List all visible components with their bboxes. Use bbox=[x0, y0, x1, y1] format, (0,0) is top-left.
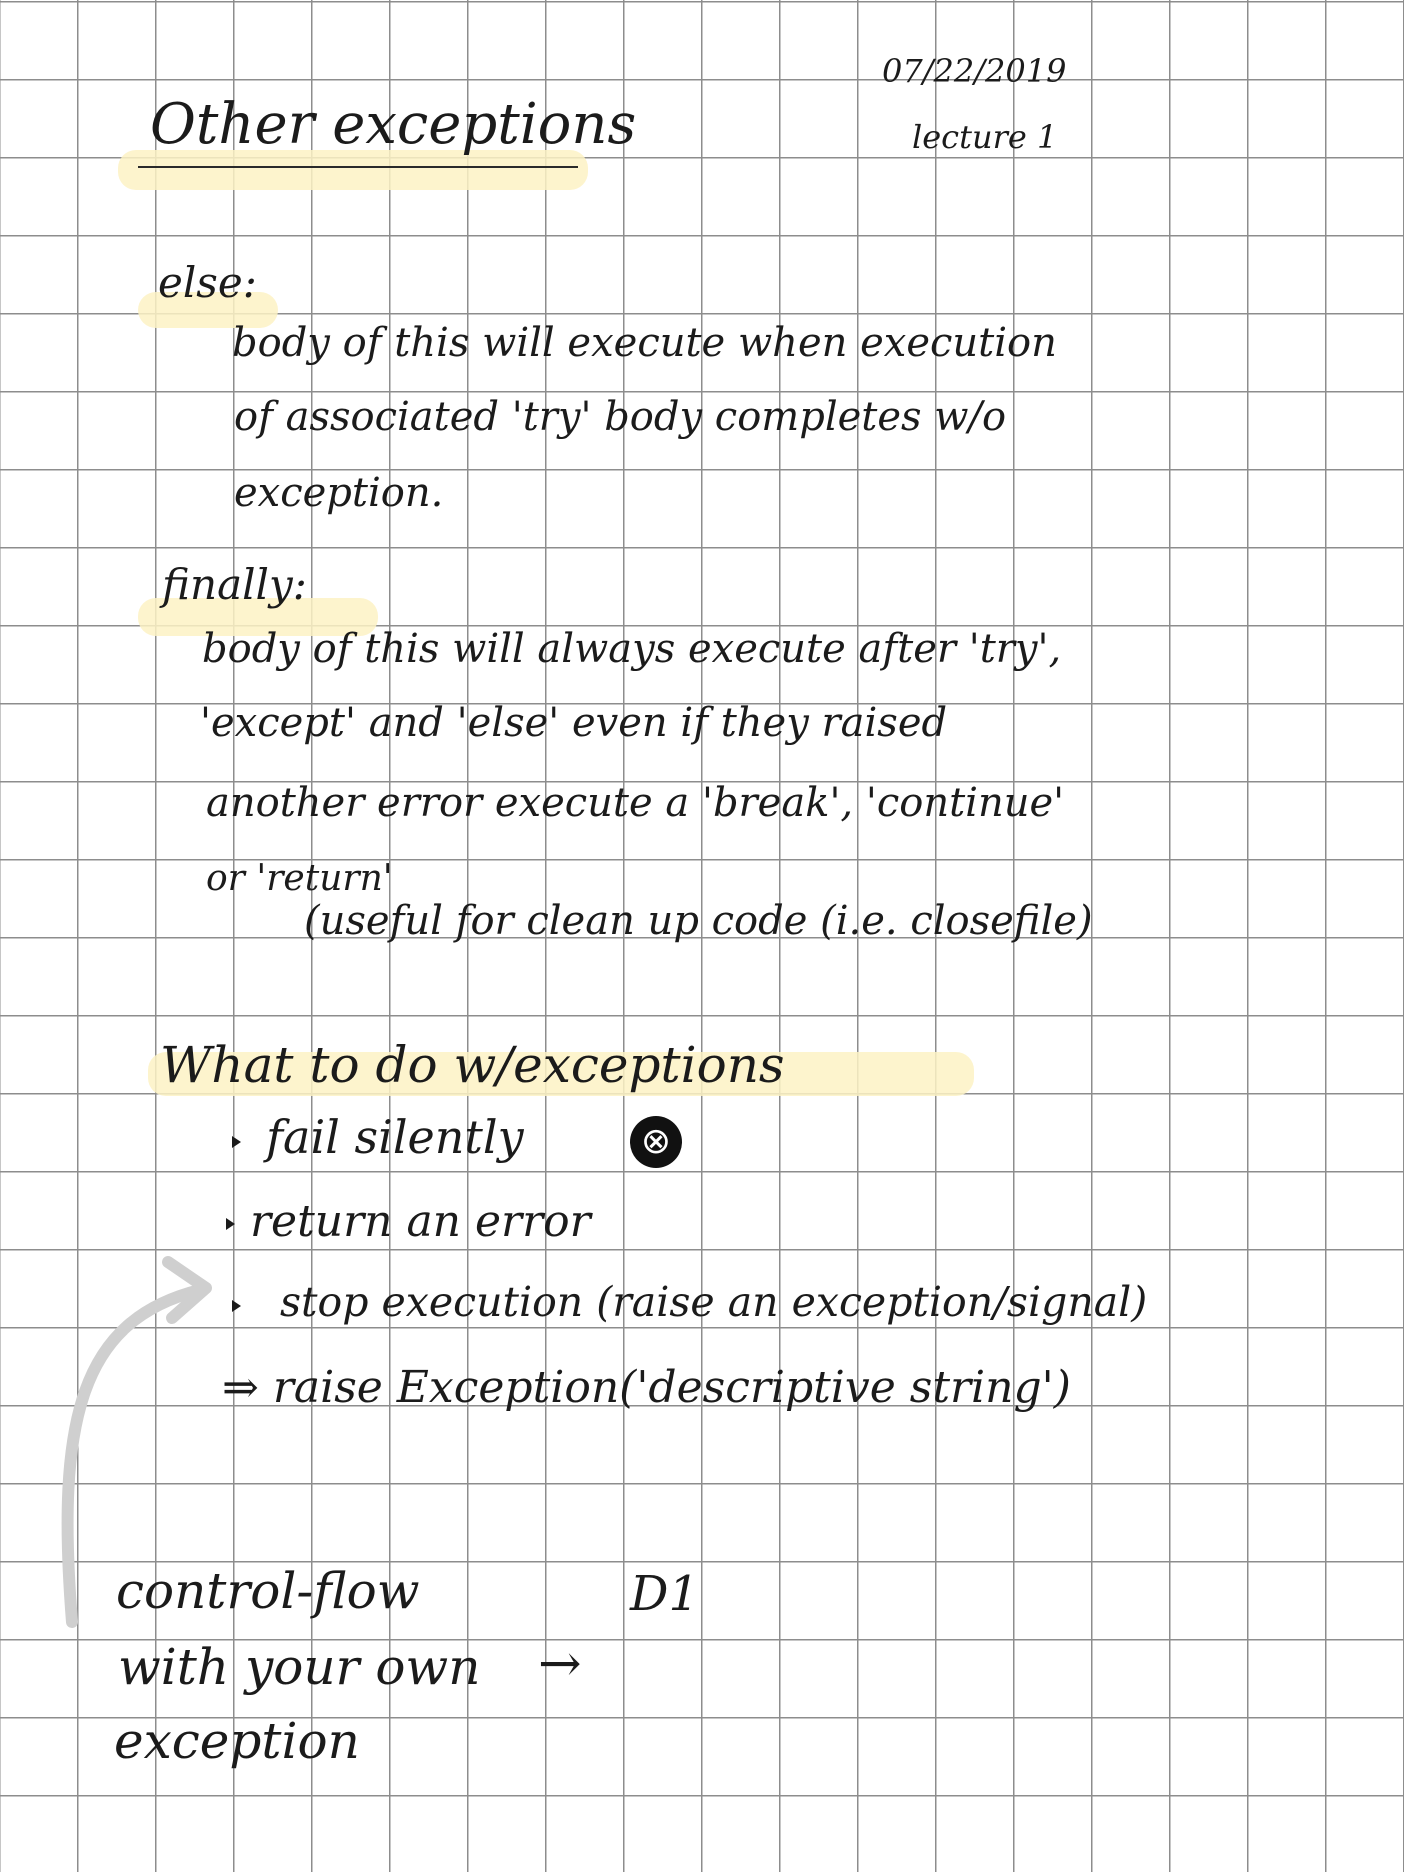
bottom-line-1: control-flow bbox=[116, 1562, 420, 1620]
bottom-line-2: with your own bbox=[118, 1638, 481, 1696]
d1-label: D1 bbox=[630, 1566, 700, 1622]
arrow-icon: → bbox=[538, 1634, 582, 1694]
bottom-line-3: exception bbox=[114, 1712, 360, 1770]
